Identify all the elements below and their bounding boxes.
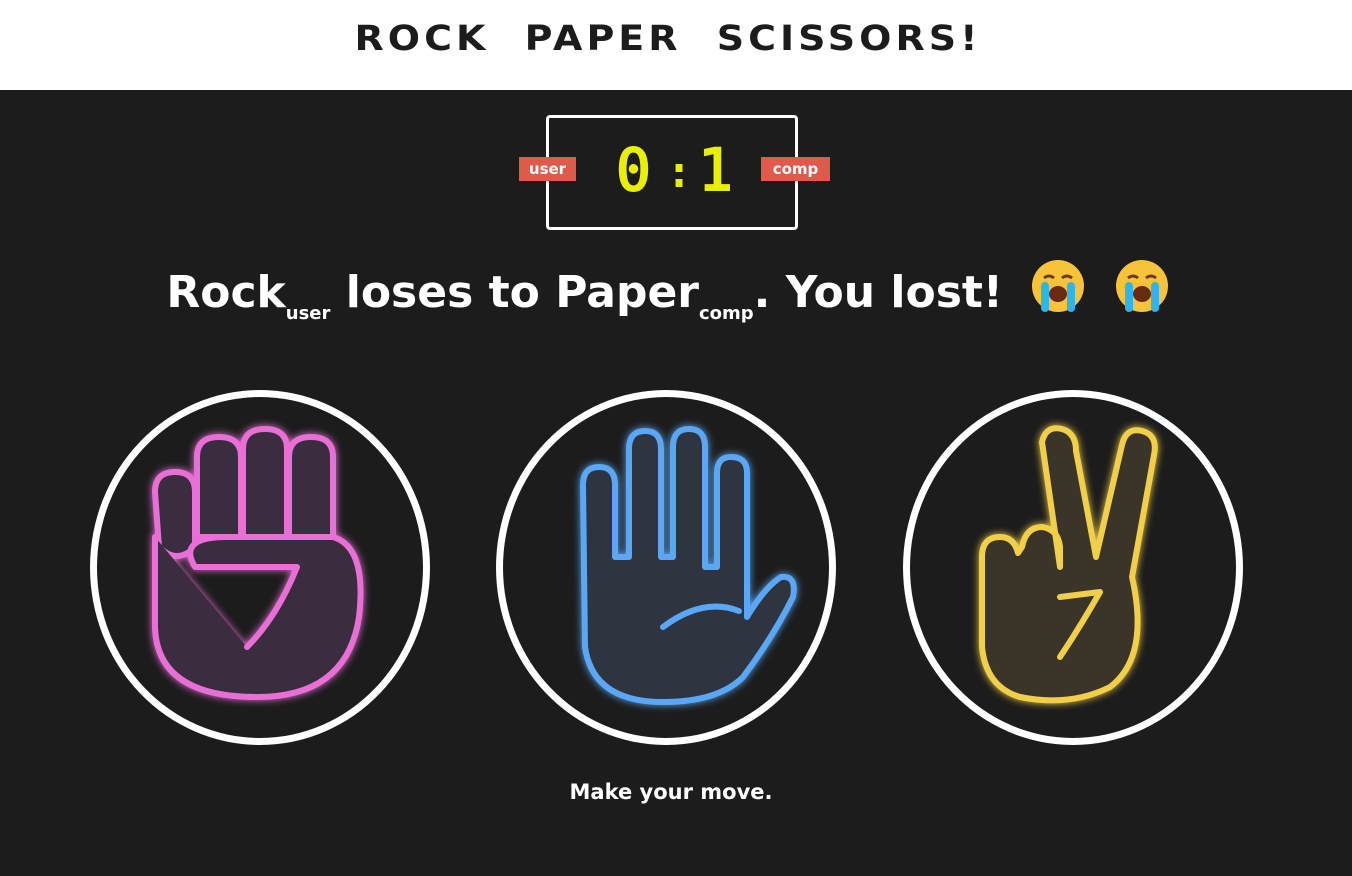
result-message: Rockuser loses to Papercomp. You lost! [0, 258, 1336, 346]
page-title: ROCK PAPER SCISSORS! [354, 17, 982, 59]
result-verb: loses to [345, 267, 540, 318]
comp-score-label: comp [761, 157, 830, 181]
loudly-crying-face-icon [1030, 258, 1086, 332]
user-score: 0 [615, 135, 652, 205]
scissors-button[interactable] [903, 390, 1243, 745]
result-outcome: . You lost! [753, 267, 1003, 318]
victory-hand-icon [979, 425, 1158, 704]
raised-fist-icon [152, 426, 364, 700]
user-score-label: user [519, 157, 576, 181]
comp-choice-sub: comp [698, 303, 754, 324]
loudly-crying-face-icon [1114, 258, 1170, 332]
user-choice-sub: user [285, 303, 331, 324]
header-bar: ROCK PAPER SCISSORS! [0, 0, 1352, 90]
move-prompt: Make your move. [569, 780, 773, 804]
score-separator: : [666, 149, 692, 197]
user-choice-text: Rock [166, 267, 286, 318]
comp-score: 1 [697, 135, 734, 205]
rock-button[interactable] [90, 390, 430, 745]
paper-button[interactable] [496, 390, 836, 745]
comp-choice-text: Paper [555, 267, 699, 318]
raised-hand-icon [580, 426, 797, 705]
